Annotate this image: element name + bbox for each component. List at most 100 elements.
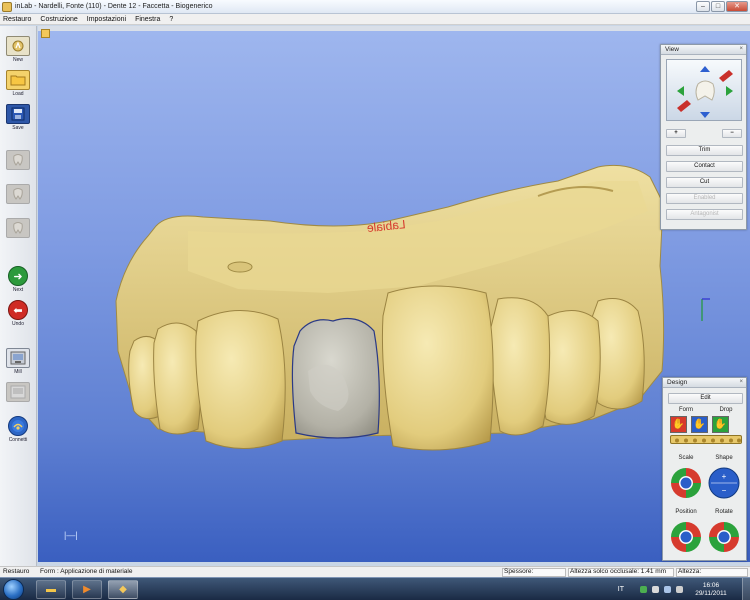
position-ring-icon [671,522,701,552]
show-desktop-button[interactable] [742,578,750,600]
view-panel-title: View [661,45,746,55]
minimize-button[interactable]: – [696,1,710,12]
disabled-icon [6,382,30,402]
system-tray: IT 16:06 29/11/2011 [618,578,750,600]
clock[interactable]: 16:06 29/11/2011 [688,582,734,598]
rotate-left-icon [677,86,684,96]
tooth-icon [6,150,30,170]
volume-icon[interactable] [676,586,683,593]
rotate-diag-ne-icon [719,70,733,82]
mill-button[interactable]: Mill [4,348,32,376]
tooth-left-lateral [195,310,286,449]
language-indicator[interactable]: IT [618,586,624,593]
mill-icon [6,348,30,368]
view-panel-close[interactable]: × [739,46,743,52]
edit-button[interactable]: Edit [668,393,743,404]
taskbar-explorer[interactable]: ▬ [36,580,66,599]
taskbar-media-player[interactable]: ▶ [72,580,102,599]
menu-costruzione[interactable]: Costruzione [40,16,77,23]
new-button[interactable]: New [4,36,32,64]
dental-model[interactable]: Labiale [38,31,750,562]
clock-time: 16:06 [702,581,720,589]
scale-tool[interactable] [669,466,703,500]
contact-button[interactable]: Contact [666,161,743,172]
scale-ring-icon [671,468,701,498]
smooth-hand-icon[interactable]: ✋ [691,416,708,433]
shape-ring-icon: + − [708,467,740,499]
rotate-diag-sw-icon [677,100,691,112]
tool-disabled-2 [4,184,32,212]
undo-arrow-icon: ⬅ [8,300,28,320]
start-button[interactable] [3,579,24,600]
3d-viewport[interactable]: Labiale |—| [38,31,750,562]
app-logo-icon [2,1,12,12]
title-bar: inLab - Nardelli, Fonte (110) - Dente 12… [0,0,750,14]
network-icon[interactable] [640,586,647,593]
orientation-gizmo [677,66,733,118]
tool-disabled-4 [4,382,32,410]
tooth-central-incisor [381,285,494,451]
load-button[interactable]: Load [4,70,32,98]
menu-help[interactable]: ? [169,16,173,23]
maximize-button[interactable]: □ [711,1,725,12]
menu-impostazioni[interactable]: Impostazioni [87,16,126,23]
position-tool[interactable] [669,520,703,554]
play-icon: ▶ [83,584,91,595]
save-icon [6,104,30,124]
folder-icon [6,70,30,90]
flag-icon[interactable] [652,586,659,593]
cut-button[interactable]: Cut [666,177,743,188]
tooth-right-canine [489,297,551,436]
drop-label: Drop [719,407,733,413]
new-icon [6,36,30,56]
save-button[interactable]: Save [4,104,32,132]
undo-button[interactable]: ⬅ Undo [4,300,32,328]
height-label: Altezza: [678,568,702,575]
close-button[interactable]: ✕ [726,1,748,12]
status-mode: Restauro [3,568,30,575]
view-panel: View × + − Trim Contact Cut Enabled Anta… [660,44,747,230]
design-panel-title: Design [663,378,746,388]
status-form: Form : Applicazione di materiale [40,568,133,575]
form-label: Form [679,407,693,413]
next-button[interactable]: ➜ Next [4,266,32,294]
menu-bar: Restauro Costruzione Impostazioni Finest… [0,14,750,25]
design-panel: Design × Edit Form Drop ✋ ✋ ✋ Scale Shap… [662,377,747,561]
zoom-out-button[interactable]: − [722,129,742,138]
zoom-in-button[interactable]: + [666,129,686,138]
viewport-corner-icon[interactable] [41,29,50,38]
thickness-label: Spessore: [504,568,534,575]
material-slider[interactable] [670,435,742,444]
shape-label: Shape [715,455,733,461]
status-bar: Restauro Form : Applicazione di material… [0,566,750,577]
design-panel-close[interactable]: × [739,379,743,385]
groove-height: Altezza solco occlusale: 1.41 mm [570,568,667,575]
rotate-label: Rotate [715,509,733,515]
view-orientation-widget[interactable] [666,59,742,121]
trim-button[interactable]: Trim [666,145,743,156]
tooth-left-premolar [153,322,202,435]
connect-button[interactable]: Connetti [4,416,32,444]
form-hand-icon[interactable]: ✋ [670,416,687,433]
rotate-ring-icon [709,522,739,552]
taskbar: ▬ ▶ ◆ IT 16:06 29/11/2011 [0,577,750,600]
next-arrow-icon: ➜ [8,266,28,286]
svg-text:+: + [722,472,727,481]
gum-detail [227,261,253,273]
clock-date: 29/11/2011 [695,589,727,597]
taskbar-inlab[interactable]: ◆ [108,580,138,599]
shape-tool[interactable]: + − [707,466,741,500]
rotate-tool[interactable] [707,520,741,554]
display-icon[interactable] [664,586,671,593]
rotate-up-icon [700,66,710,72]
drop-hand-icon[interactable]: ✋ [712,416,729,433]
inlab-icon: ◆ [119,584,127,595]
window-controls: – □ ✕ [696,1,748,12]
tooth-icon [6,218,30,238]
enabled-button: Enabled [666,193,743,204]
tool-disabled-1 [4,150,32,178]
menu-restauro[interactable]: Restauro [3,16,31,23]
slider-dots [675,438,741,443]
window-title: inLab - Nardelli, Fonte (110) - Dente 12… [15,3,213,10]
menu-finestra[interactable]: Finestra [135,16,160,23]
